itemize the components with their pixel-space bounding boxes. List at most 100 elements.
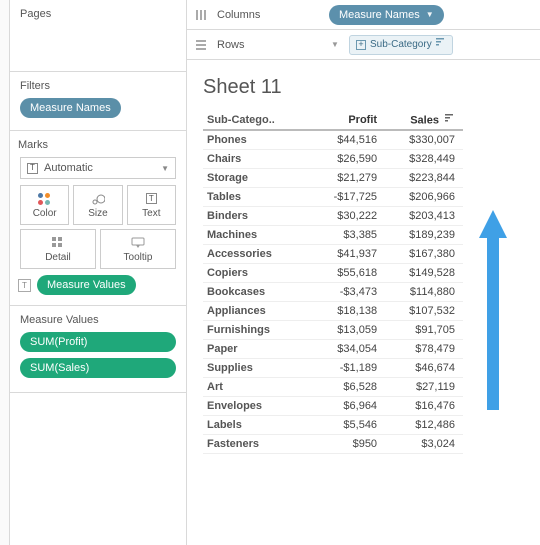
cell-sub-category: Tables (203, 187, 310, 206)
measure-values-card[interactable]: Measure Values SUM(Profit) SUM(Sales) (10, 306, 186, 393)
expand-icon[interactable]: + (356, 40, 366, 50)
cell-sales: $27,119 (385, 377, 463, 396)
table-row[interactable]: Furnishings$13,059$91,705 (203, 320, 463, 339)
text-shelf-icon: T (18, 279, 31, 292)
text-icon: T (146, 192, 157, 206)
table-row[interactable]: Envelopes$6,964$16,476 (203, 396, 463, 415)
cell-sub-category: Machines (203, 225, 310, 244)
mark-tooltip-button[interactable]: Tooltip (100, 229, 176, 269)
cell-profit: $41,937 (310, 244, 385, 263)
cell-sales: $12,486 (385, 415, 463, 434)
chevron-down-icon[interactable]: ▼ (329, 40, 341, 49)
table-row[interactable]: Machines$3,385$189,239 (203, 225, 463, 244)
rows-shelf[interactable]: Rows ▼ + Sub-Category (187, 30, 540, 60)
cell-profit: $13,059 (310, 320, 385, 339)
cell-sales: $107,532 (385, 301, 463, 320)
table-row[interactable]: Accessories$41,937$167,380 (203, 244, 463, 263)
table-row[interactable]: Paper$34,054$78,479 (203, 339, 463, 358)
rows-field-label: Sub-Category (370, 39, 432, 50)
cell-profit: $26,590 (310, 149, 385, 168)
pages-card[interactable]: Pages (10, 0, 186, 72)
cell-sub-category: Labels (203, 415, 310, 434)
cell-profit: $55,618 (310, 263, 385, 282)
cell-profit: -$17,725 (310, 187, 385, 206)
cell-sales: $3,024 (385, 434, 463, 453)
chevron-down-icon: ▼ (161, 164, 169, 173)
cell-profit: $6,964 (310, 396, 385, 415)
cell-profit: $6,528 (310, 377, 385, 396)
mv-pill-profit[interactable]: SUM(Profit) (20, 332, 176, 352)
header-sales[interactable]: Sales (385, 111, 463, 130)
mark-text-button[interactable]: T Text (127, 185, 176, 225)
cell-sub-category: Fasteners (203, 434, 310, 453)
table-row[interactable]: Appliances$18,138$107,532 (203, 301, 463, 320)
cell-profit: $18,138 (310, 301, 385, 320)
tooltip-icon (131, 236, 145, 250)
color-icon (38, 192, 52, 206)
table-row[interactable]: Fasteners$950$3,024 (203, 434, 463, 453)
marks-title: Marks (18, 139, 178, 151)
table-header-row: Sub-Catego.. Profit Sales (203, 111, 463, 130)
table-row[interactable]: Chairs$26,590$328,449 (203, 149, 463, 168)
table-row[interactable]: Tables-$17,725$206,966 (203, 187, 463, 206)
measure-values-pill[interactable]: Measure Values (37, 275, 136, 295)
mark-color-button[interactable]: Color (20, 185, 69, 225)
cell-sales: $206,966 (385, 187, 463, 206)
side-panel: Pages Filters Measure Names Marks T Auto… (10, 0, 186, 545)
mv-pill-sales-label: SUM(Sales) (30, 362, 89, 374)
arrow-annotation (473, 210, 513, 433)
header-sales-label: Sales (410, 114, 439, 126)
cell-sub-category: Furnishings (203, 320, 310, 339)
mark-text-label: Text (142, 208, 160, 219)
mv-pill-profit-label: SUM(Profit) (30, 336, 87, 348)
cell-sub-category: Copiers (203, 263, 310, 282)
mark-size-button[interactable]: Size (73, 185, 122, 225)
table-row[interactable]: Supplies-$1,189$46,674 (203, 358, 463, 377)
mark-tooltip-label: Tooltip (124, 252, 153, 263)
filter-pill-measure-names[interactable]: Measure Names (20, 98, 121, 118)
cell-sub-category: Accessories (203, 244, 310, 263)
cell-profit: $30,222 (310, 206, 385, 225)
cell-sub-category: Supplies (203, 358, 310, 377)
table-row[interactable]: Storage$21,279$223,844 (203, 168, 463, 187)
cell-sub-category: Storage (203, 168, 310, 187)
mv-title: Measure Values (20, 314, 176, 326)
mv-pill-sales[interactable]: SUM(Sales) (20, 358, 176, 378)
marks-type-select[interactable]: T Automatic ▼ (20, 157, 176, 179)
mark-color-label: Color (33, 208, 57, 219)
columns-pill-measure-names[interactable]: Measure Names ▼ (329, 5, 444, 25)
rows-field-sub-category[interactable]: + Sub-Category (349, 35, 453, 55)
cell-sub-category: Phones (203, 130, 310, 149)
filters-card[interactable]: Filters Measure Names (10, 72, 186, 131)
data-table: Sub-Catego.. Profit Sales Phones$44,516$… (203, 111, 463, 454)
cell-sales: $46,674 (385, 358, 463, 377)
table-row[interactable]: Labels$5,546$12,486 (203, 415, 463, 434)
cell-sales: $328,449 (385, 149, 463, 168)
table-row[interactable]: Bookcases-$3,473$114,880 (203, 282, 463, 301)
cell-profit: $950 (310, 434, 385, 453)
cell-sales: $114,880 (385, 282, 463, 301)
table-row[interactable]: Binders$30,222$203,413 (203, 206, 463, 225)
rows-icon (193, 39, 209, 51)
cell-sales: $330,007 (385, 130, 463, 149)
filter-pill-label: Measure Names (30, 102, 111, 114)
cell-sales: $189,239 (385, 225, 463, 244)
table-row[interactable]: Art$6,528$27,119 (203, 377, 463, 396)
cell-sub-category: Appliances (203, 301, 310, 320)
sort-desc-icon (436, 38, 446, 51)
rows-label: Rows (217, 39, 321, 51)
cell-sub-category: Chairs (203, 149, 310, 168)
cell-sales: $78,479 (385, 339, 463, 358)
mark-detail-button[interactable]: Detail (20, 229, 96, 269)
cell-profit: $21,279 (310, 168, 385, 187)
cell-sales: $167,380 (385, 244, 463, 263)
columns-shelf[interactable]: Columns Measure Names ▼ (187, 0, 540, 30)
table-row[interactable]: Phones$44,516$330,007 (203, 130, 463, 149)
sheet-title[interactable]: Sheet 11 (203, 76, 524, 99)
marks-text-shelf[interactable]: T Measure Values (18, 275, 178, 295)
header-profit[interactable]: Profit (310, 111, 385, 130)
cell-sub-category: Paper (203, 339, 310, 358)
header-sub-category[interactable]: Sub-Catego.. (203, 111, 310, 130)
table-row[interactable]: Copiers$55,618$149,528 (203, 263, 463, 282)
left-gutter (0, 0, 10, 545)
